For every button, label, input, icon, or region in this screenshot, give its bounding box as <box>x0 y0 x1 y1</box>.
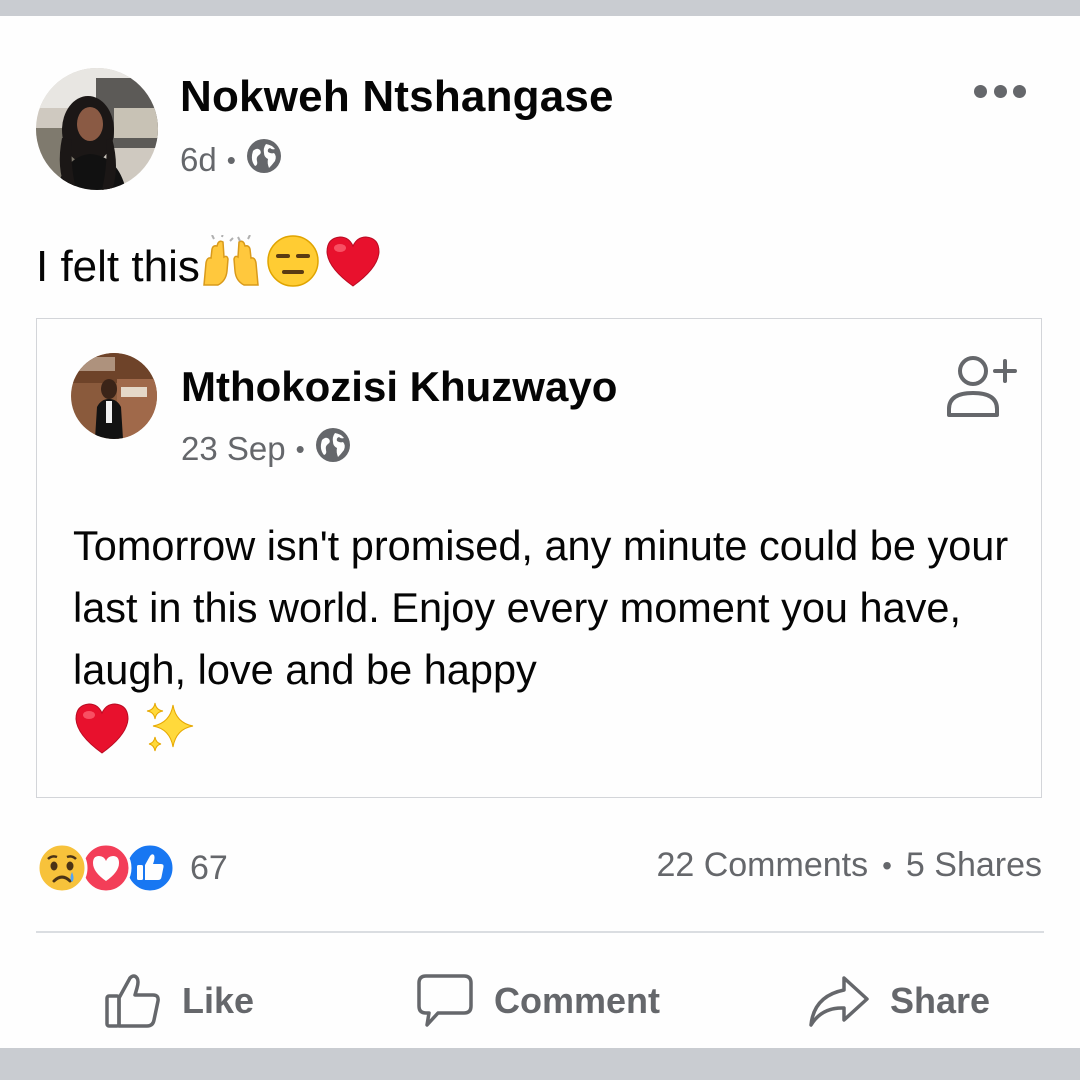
shared-post-text-content: Tomorrow isn't promised, any minute coul… <box>73 522 1009 693</box>
like-icon <box>105 974 160 1028</box>
comment-icon <box>417 974 473 1027</box>
post-time[interactable]: 6d <box>180 141 217 179</box>
sad-reaction-icon <box>36 842 88 894</box>
shared-post-meta: 23 Sep • <box>181 427 351 471</box>
comment-button[interactable]: Comment <box>416 966 660 1036</box>
divider <box>36 931 1044 933</box>
post-text: I felt this <box>36 232 382 299</box>
share-button[interactable]: Share <box>808 966 990 1036</box>
shared-post-time[interactable]: 23 Sep <box>181 430 286 468</box>
reaction-count: 67 <box>190 848 228 887</box>
meta-separator: • <box>295 433 305 464</box>
shared-author-name[interactable]: Mthokozisi Khuzwayo <box>181 363 617 411</box>
share-icon <box>809 976 869 1027</box>
raising-hands-icon <box>200 232 262 298</box>
author-avatar[interactable] <box>36 68 158 190</box>
globe-icon <box>315 427 351 471</box>
shares-count[interactable]: 5 Shares <box>906 846 1042 885</box>
stats-separator: • <box>882 849 892 881</box>
add-friend-icon[interactable] <box>943 355 1019 419</box>
post-meta: 6d • <box>180 138 282 182</box>
shared-author-avatar[interactable] <box>71 353 157 439</box>
share-label: Share <box>890 980 991 1021</box>
more-dot <box>974 84 987 98</box>
post-stats: 22 Comments • 5 Shares <box>656 846 1042 885</box>
like-label: Like <box>182 980 255 1021</box>
comments-count[interactable]: 22 Comments <box>656 846 868 885</box>
post-card: Nokweh Ntshangase 6d • I felt this Mthok… <box>0 16 1080 1048</box>
globe-icon <box>246 138 282 182</box>
more-dot <box>993 84 1007 98</box>
post-text-content: I felt this <box>36 241 200 291</box>
expressionless-face-icon <box>266 234 320 299</box>
like-button[interactable]: Like <box>104 966 254 1036</box>
comment-label: Comment <box>494 980 661 1021</box>
meta-separator: • <box>226 144 236 175</box>
sparkles-icon <box>143 701 197 772</box>
author-name[interactable]: Nokweh Ntshangase <box>180 72 614 122</box>
reactions-summary[interactable]: 67 <box>36 842 228 894</box>
red-heart-icon <box>324 234 382 299</box>
shared-post[interactable]: Mthokozisi Khuzwayo 23 Sep • Tomorrow is… <box>36 318 1042 798</box>
red-heart-icon <box>73 701 131 772</box>
shared-post-text: Tomorrow isn't promised, any minute coul… <box>73 515 1013 772</box>
more-dot <box>1013 84 1026 98</box>
more-options-button[interactable] <box>974 80 1026 102</box>
